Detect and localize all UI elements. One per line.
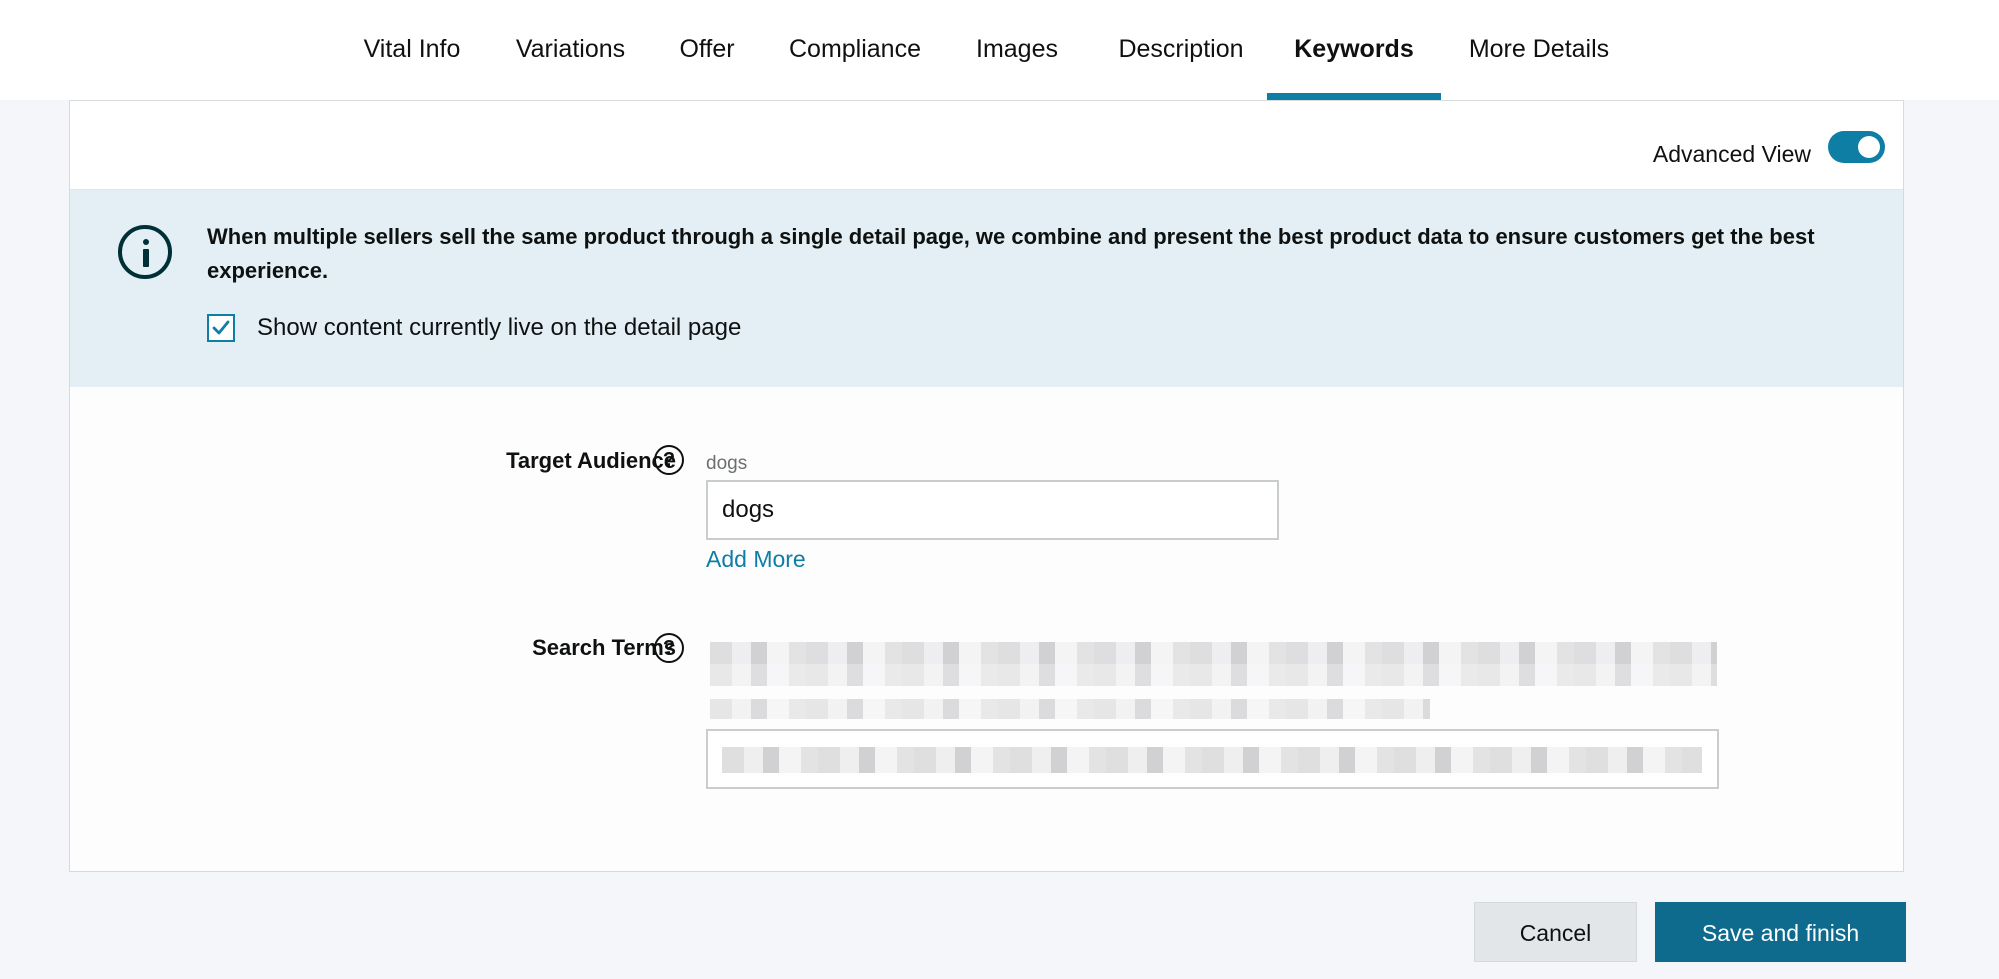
keywords-form-card: Advanced View When multiple sellers sell…	[69, 100, 1904, 872]
cancel-button[interactable]: Cancel	[1474, 902, 1637, 962]
redacted-search-terms-value	[722, 747, 1702, 773]
notice-text: When multiple sellers sell the same prod…	[207, 224, 1815, 283]
show-live-content-checkbox[interactable]	[207, 314, 235, 342]
advanced-view-row: Advanced View	[70, 101, 1903, 190]
tab-variations[interactable]: Variations	[510, 0, 631, 100]
checkmark-icon	[212, 320, 230, 335]
add-more-link[interactable]: Add More	[706, 546, 806, 573]
tab-description[interactable]: Description	[1108, 0, 1254, 100]
target-audience-live-value: dogs	[706, 453, 748, 474]
info-notice: When multiple sellers sell the same prod…	[70, 190, 1903, 387]
tab-vital-info[interactable]: Vital Info	[359, 0, 465, 100]
advanced-view-label: Advanced View	[1652, 141, 1811, 167]
search-terms-help-icon[interactable]: ?	[654, 633, 684, 663]
tab-keywords[interactable]: Keywords	[1267, 0, 1441, 100]
tab-images[interactable]: Images	[973, 0, 1061, 100]
redacted-live-value-line2	[710, 664, 1717, 686]
target-audience-help-icon[interactable]: ?	[654, 445, 684, 475]
top-navigation-bar: Vital Info Variations Offer Compliance I…	[0, 0, 1999, 100]
save-and-finish-button[interactable]: Save and finish	[1655, 902, 1906, 962]
redacted-live-value-line3	[710, 699, 1430, 719]
toggle-knob	[1858, 136, 1880, 158]
search-terms-input[interactable]	[706, 729, 1719, 789]
tab-offer[interactable]: Offer	[676, 0, 738, 100]
tab-more-details[interactable]: More Details	[1465, 0, 1613, 100]
tab-compliance[interactable]: Compliance	[785, 0, 925, 100]
redacted-live-value-line1	[710, 642, 1717, 664]
target-audience-label: Target Audience	[506, 448, 676, 473]
tab-bar: Vital Info Variations Offer Compliance I…	[0, 0, 1999, 100]
info-icon	[118, 225, 172, 279]
show-live-content-label[interactable]: Show content currently live on the detai…	[257, 314, 741, 342]
advanced-view-toggle[interactable]	[1828, 131, 1885, 163]
target-audience-input[interactable]	[706, 480, 1279, 540]
